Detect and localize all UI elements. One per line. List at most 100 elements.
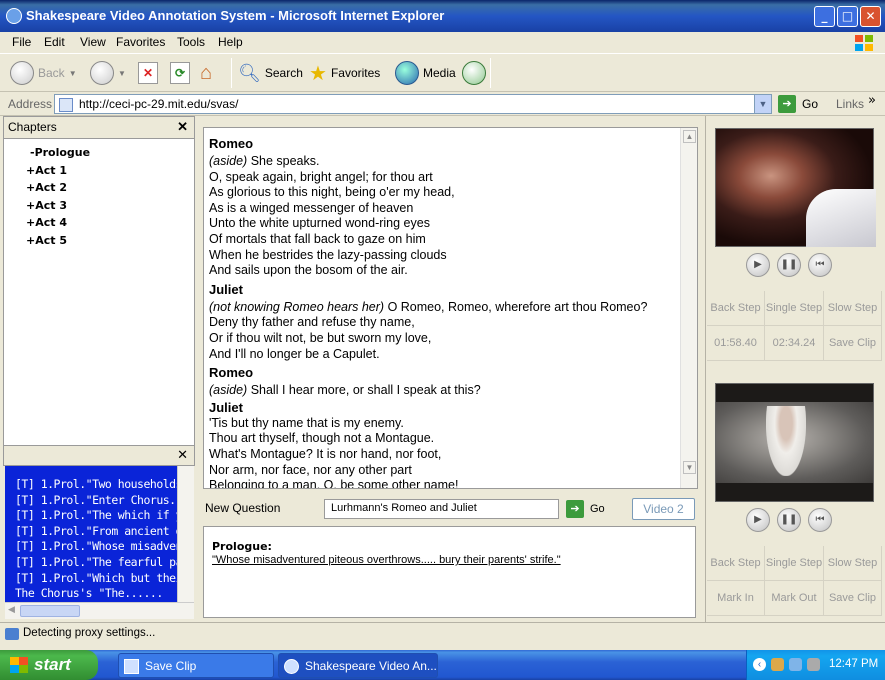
result-item[interactable]: [T] 1.Prol."Whose misadven xyxy=(15,539,177,555)
single-step-button[interactable]: Single Step xyxy=(765,546,824,581)
chapters-tree: -Prologue +Act 1 +Act 2 +Act 3 +Act 4 +A… xyxy=(4,139,194,251)
single-step-button[interactable]: Single Step xyxy=(765,291,824,326)
rewind-icon[interactable]: ⏮ xyxy=(808,253,832,277)
menu-bar: File Edit View Favorites Tools Help xyxy=(0,32,885,54)
chevron-left-icon[interactable]: ◀ xyxy=(8,605,15,615)
annotation-link[interactable]: "Whose misadventured piteous overthrows.… xyxy=(212,554,695,566)
scrollbar-thumb[interactable] xyxy=(20,605,80,617)
results-horizontal-scrollbar[interactable]: ◀ xyxy=(5,602,194,619)
menu-tools[interactable]: Tools xyxy=(177,35,205,49)
close-icon[interactable]: ✕ xyxy=(177,119,188,135)
home-button[interactable]: ⌂ xyxy=(200,60,212,86)
chapters-title: Chapters xyxy=(8,120,57,134)
script-line: Belonging to a man. O, be some other nam… xyxy=(209,478,459,489)
menu-file[interactable]: File xyxy=(12,35,31,49)
chevron-down-icon[interactable]: ▼ xyxy=(683,461,696,474)
home-icon: ⌂ xyxy=(200,61,213,84)
slow-step-button[interactable]: Slow Step xyxy=(824,546,882,581)
media-button[interactable]: Media xyxy=(395,60,456,86)
network-icon[interactable] xyxy=(771,658,784,671)
save-clip-button[interactable]: Save Clip xyxy=(824,326,882,361)
go-button[interactable]: ➔ Go xyxy=(778,95,818,113)
video-player-1[interactable] xyxy=(715,128,876,247)
mark-out-button[interactable]: Mark Out xyxy=(765,581,824,616)
search-results-list[interactable]: [T] 1.Prol."Two households [T] 1.Prol."E… xyxy=(5,466,177,602)
result-item[interactable]: [T] 1.Prol."The which if you xyxy=(15,508,177,524)
chevron-down-icon: ▼ xyxy=(118,68,126,78)
close-icon[interactable]: ✕ xyxy=(177,448,188,463)
script-scrollbar[interactable]: ▲ ▼ xyxy=(680,128,697,488)
minimize-button[interactable]: _ xyxy=(814,6,835,27)
script-line: Of mortals that fall back to gaze on him xyxy=(209,231,426,246)
address-input[interactable]: http://ceci-pc-29.mit.edu/svas/ ▼ xyxy=(54,94,772,114)
result-item[interactable]: The Chorus's "The...... xyxy=(15,586,177,602)
volume-icon[interactable] xyxy=(789,658,802,671)
menu-edit[interactable]: Edit xyxy=(44,35,65,49)
new-question-input[interactable]: Lurhmann's Romeo and Juliet xyxy=(324,499,559,519)
stop-button[interactable]: ✕ xyxy=(138,60,158,86)
menu-help[interactable]: Help xyxy=(218,35,243,49)
chevron-up-icon[interactable]: ▲ xyxy=(683,130,696,143)
chevron-down-icon[interactable]: ▼ xyxy=(754,95,771,113)
result-item[interactable]: [T] 1.Prol."The fearful pa... xyxy=(15,555,177,571)
question-go-button[interactable]: ➔ Go xyxy=(566,500,605,518)
pause-icon[interactable]: ❚❚ xyxy=(777,508,801,532)
menu-view[interactable]: View xyxy=(80,35,106,49)
speaker-name: Juliet xyxy=(209,399,243,415)
rewind-icon[interactable]: ⏮ xyxy=(808,508,832,532)
maximize-button[interactable]: □ xyxy=(837,6,858,27)
mark-out-time[interactable]: 02:34.24 xyxy=(765,326,824,361)
pause-icon[interactable]: ❚❚ xyxy=(777,253,801,277)
stage-direction: (aside) xyxy=(209,383,248,398)
refresh-button[interactable]: ⟳ xyxy=(170,60,190,86)
history-button[interactable] xyxy=(462,60,486,86)
tree-item-act2[interactable]: +Act 2 xyxy=(26,181,194,199)
chapters-panel: Chapters ✕ -Prologue +Act 1 +Act 2 +Act … xyxy=(3,116,195,446)
back-button[interactable]: Back ▼ xyxy=(10,60,77,86)
stage-direction: (aside) xyxy=(209,154,248,168)
mark-in-time[interactable]: 01:58.40 xyxy=(707,326,765,361)
player2-controls: ▶ ❚❚ ⏮ xyxy=(746,508,832,532)
go-label: Go xyxy=(802,97,819,111)
results-vertical-scrollbar[interactable] xyxy=(177,466,194,602)
page-content: Chapters ✕ -Prologue +Act 1 +Act 2 +Act … xyxy=(0,116,885,622)
annotation-title: Prologue: xyxy=(212,540,272,553)
tree-item-act1[interactable]: +Act 1 xyxy=(26,164,194,182)
search-button[interactable]: 🔍︎ Search xyxy=(238,60,303,86)
script-line: As is a winged messenger of heaven xyxy=(209,200,414,215)
taskbar-item-save-clip[interactable]: Save Clip xyxy=(118,653,274,678)
video-player-2[interactable] xyxy=(715,383,874,502)
tree-item-act3[interactable]: +Act 3 xyxy=(26,199,194,217)
clock: 12:47 PM xyxy=(829,658,879,670)
result-item[interactable]: [T] 1.Prol."Enter Chorus..... xyxy=(15,493,177,509)
chapters-header: Chapters ✕ xyxy=(4,117,194,139)
toolbar: Back ▼ ▼ ✕ ⟳ ⌂ 🔍︎ Search ★ Favorites Med… xyxy=(0,54,885,92)
save-clip-button[interactable]: Save Clip xyxy=(824,581,882,616)
script-text-panel: Romeo (aside) She speaks. O, speak again… xyxy=(203,127,698,489)
back-step-button[interactable]: Back Step xyxy=(707,291,765,326)
tree-item-act5[interactable]: +Act 5 xyxy=(26,234,194,252)
mark-in-button[interactable]: Mark In xyxy=(707,581,765,616)
result-item[interactable]: [T] 1.Prol."From ancient g... xyxy=(15,524,177,540)
menu-favorites[interactable]: Favorites xyxy=(116,35,165,49)
taskbar-item-svas[interactable]: Shakespeare Video An... xyxy=(278,653,438,678)
chevron-left-icon[interactable]: ‹ xyxy=(753,658,766,671)
result-item[interactable]: [T] 1.Prol."Two households xyxy=(15,477,177,493)
back-step-button[interactable]: Back Step xyxy=(707,546,765,581)
tree-item-act4[interactable]: +Act 4 xyxy=(26,216,194,234)
start-button[interactable]: start xyxy=(0,650,98,680)
chevron-right-icon[interactable]: » xyxy=(868,93,876,108)
forward-button[interactable]: ▼ xyxy=(90,60,126,86)
favorites-button[interactable]: ★ Favorites xyxy=(309,60,380,86)
back-arrow-icon xyxy=(10,61,34,85)
slow-step-button[interactable]: Slow Step xyxy=(824,291,882,326)
address-label: Address xyxy=(8,97,53,111)
play-icon[interactable]: ▶ xyxy=(746,508,770,532)
video2-button[interactable]: Video 2 xyxy=(632,498,695,520)
close-button[interactable]: ✕ xyxy=(860,6,881,27)
security-icon[interactable] xyxy=(807,658,820,671)
tree-item-prologue[interactable]: -Prologue xyxy=(30,146,194,164)
play-icon[interactable]: ▶ xyxy=(746,253,770,277)
links-button[interactable]: Links xyxy=(836,97,864,111)
result-item[interactable]: [T] 1.Prol."Which but thei... xyxy=(15,571,177,587)
